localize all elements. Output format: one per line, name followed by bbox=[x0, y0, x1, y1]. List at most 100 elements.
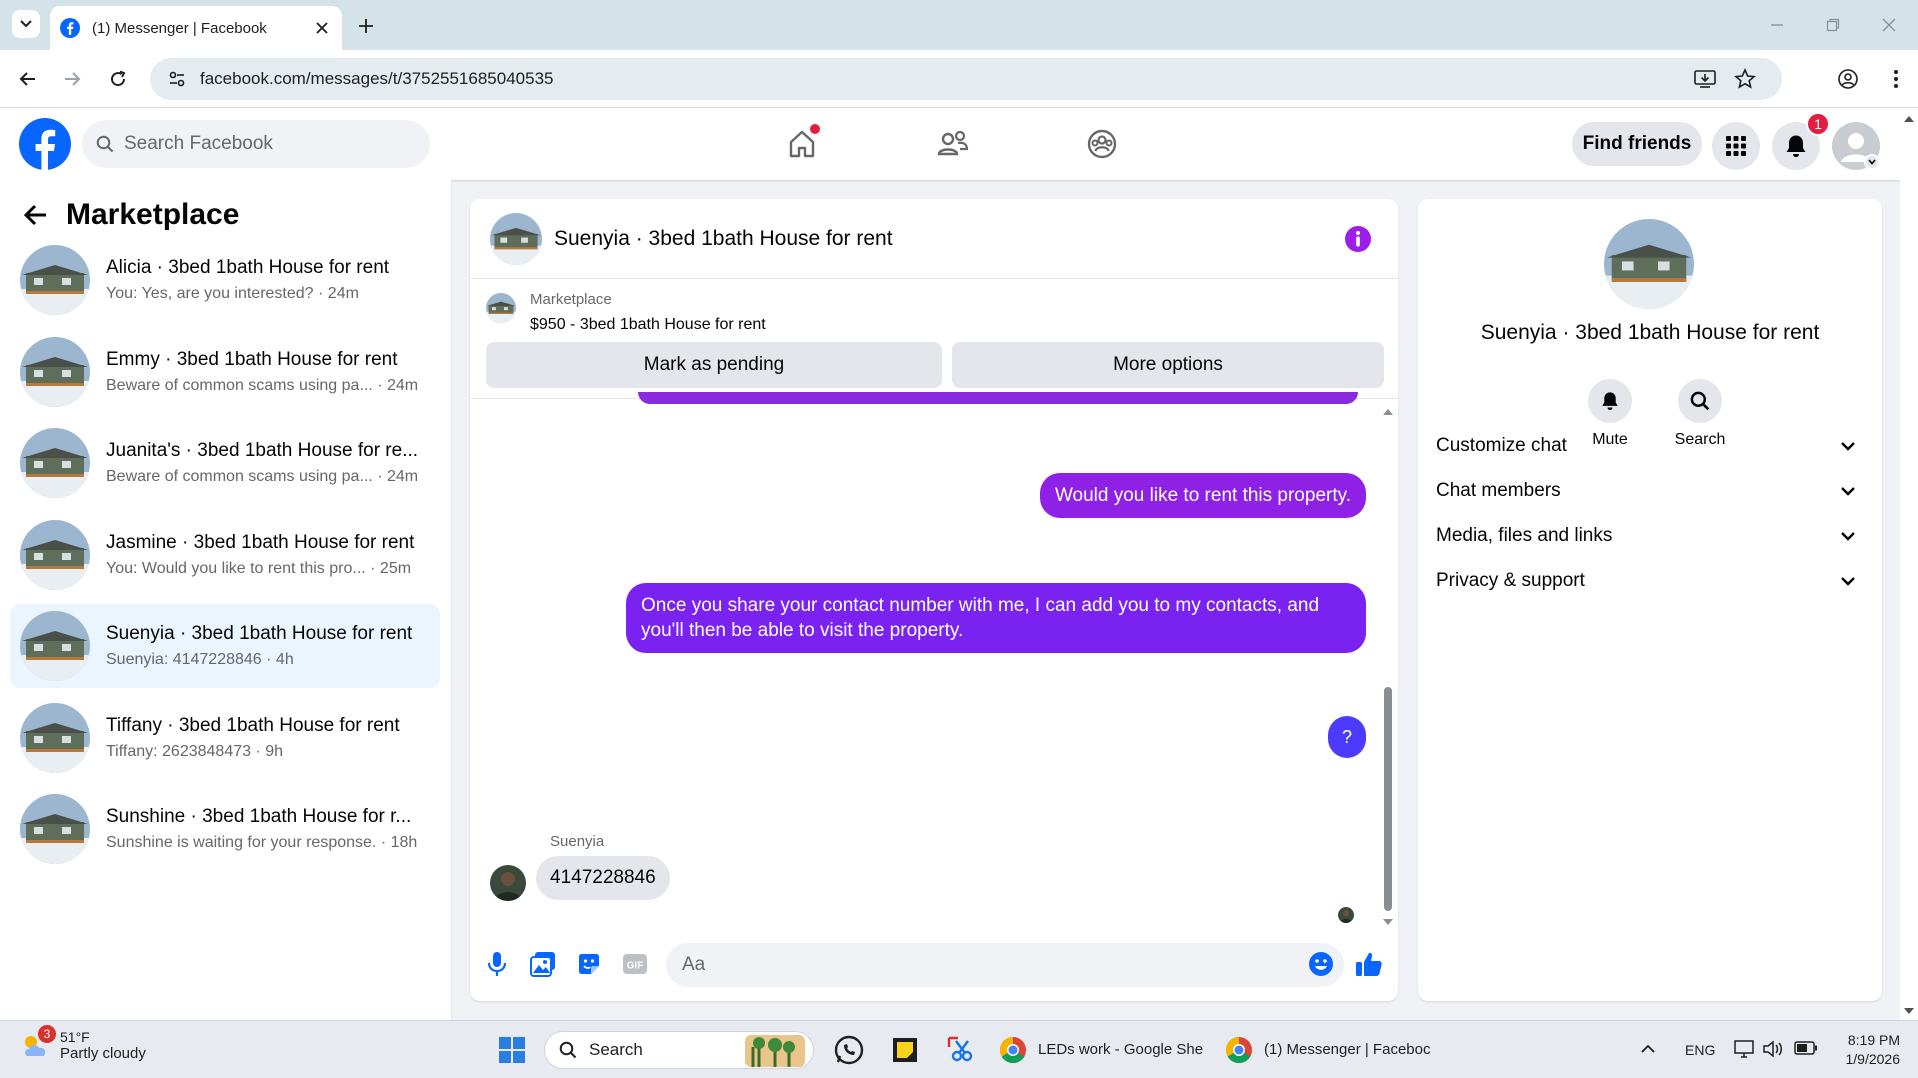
scroll-down-icon[interactable] bbox=[1382, 917, 1394, 927]
conversation-preview: Tiffany: 2623848473 · 9h bbox=[106, 742, 284, 760]
page-scrollbar[interactable] bbox=[1900, 108, 1918, 1022]
home-notification-dot bbox=[810, 124, 820, 134]
conversation-avatar bbox=[20, 337, 90, 407]
sent-message[interactable]: Would you like to rent this property. bbox=[1039, 473, 1366, 518]
conversation-item[interactable]: Emmy · 3bed 1bath House for rent Beware o… bbox=[10, 330, 440, 414]
weather-condition: Partly cloudy bbox=[60, 1045, 146, 1062]
scroll-up-icon[interactable] bbox=[1382, 407, 1394, 417]
chat-scrollbar[interactable] bbox=[1382, 407, 1394, 927]
chevron-up-icon[interactable] bbox=[1640, 1043, 1656, 1055]
conversation-name: Tiffany · 3bed 1bath House for rent bbox=[106, 714, 400, 736]
taskbar-search[interactable]: Search bbox=[544, 1031, 814, 1069]
find-friends-button[interactable]: Find friends bbox=[1572, 122, 1702, 166]
conversation-item[interactable]: Alicia · 3bed 1bath House for rent You: Y… bbox=[10, 238, 440, 322]
conversation-text: Emmy · 3bed 1bath House for rent Beware o… bbox=[106, 349, 426, 395]
more-options-button[interactable]: More options bbox=[952, 342, 1384, 388]
input-language[interactable]: ENG bbox=[1685, 1042, 1715, 1058]
url-text[interactable]: facebook.com/messages/t/3752551685040535 bbox=[200, 69, 553, 89]
address-bar[interactable]: facebook.com/messages/t/3752551685040535 bbox=[150, 58, 1782, 100]
listing-title[interactable]: $950 - 3bed 1bath House for rent bbox=[530, 316, 766, 334]
info-icon[interactable] bbox=[1344, 225, 1372, 253]
chevron-down-icon bbox=[1841, 532, 1855, 541]
conversation-item[interactable]: Sunshine · 3bed 1bath House for r... Suns… bbox=[10, 787, 440, 871]
tab-search-button[interactable] bbox=[12, 10, 40, 38]
facebook-search-input[interactable] bbox=[124, 133, 404, 155]
browser-tab-messenger[interactable]: (1) Messenger | Facebook bbox=[50, 6, 342, 50]
chrome-taskbar-button-messenger[interactable] bbox=[1222, 1033, 1256, 1067]
attach-photo-button[interactable] bbox=[528, 949, 558, 979]
search-icon bbox=[1678, 379, 1722, 423]
chat-title: Suenyia · 3bed 1bath House for rent bbox=[554, 226, 893, 250]
taskbar-app-label[interactable]: LEDs work - Google She bbox=[1038, 1041, 1203, 1058]
received-message[interactable]: 4147228846 bbox=[536, 856, 670, 900]
info-section-row[interactable]: Chat members bbox=[1436, 466, 1864, 516]
conversation-item[interactable]: Jasmine · 3bed 1bath House for rent You: … bbox=[10, 513, 440, 597]
marketplace-title: Marketplace bbox=[66, 198, 240, 231]
chrome-taskbar-button-sheets[interactable] bbox=[996, 1033, 1030, 1067]
conversation-list-panel: Marketplace Alicia · 3bed 1bath House fo… bbox=[0, 180, 452, 1022]
sticky-notes-taskbar-button[interactable] bbox=[888, 1033, 922, 1067]
chevron-down-icon bbox=[20, 20, 32, 28]
close-tab-icon[interactable] bbox=[312, 18, 332, 38]
info-section-row[interactable]: Privacy & support bbox=[1436, 556, 1864, 606]
voice-clip-button[interactable] bbox=[482, 949, 512, 979]
chat-panel: Suenyia · 3bed 1bath House for rent Mark… bbox=[470, 199, 1398, 1001]
sent-message[interactable]: ? bbox=[1328, 716, 1366, 758]
conversation-item[interactable]: Juanita's · 3bed 1bath House for re... Be… bbox=[10, 421, 440, 505]
back-button[interactable] bbox=[14, 65, 42, 93]
conversation-text: Jasmine · 3bed 1bath House for rent You: … bbox=[106, 532, 426, 578]
friends-nav-button[interactable] bbox=[933, 124, 973, 164]
groups-nav-button[interactable] bbox=[1082, 124, 1122, 164]
back-arrow-icon[interactable] bbox=[24, 204, 48, 226]
mark-as-pending-button[interactable]: Mark as pending bbox=[486, 342, 942, 388]
chevron-down-icon bbox=[1841, 577, 1855, 586]
scroll-down-icon[interactable] bbox=[1900, 1004, 1918, 1018]
facebook-logo-icon[interactable] bbox=[19, 118, 71, 170]
home-nav-button[interactable] bbox=[782, 124, 822, 164]
chat-scroll-thumb[interactable] bbox=[1384, 687, 1392, 911]
clock-time: 8:19 PM bbox=[1847, 1032, 1900, 1048]
thumbs-up-icon bbox=[1356, 952, 1382, 976]
system-clock[interactable]: 8:19 PM 1/9/2026 bbox=[1830, 1031, 1901, 1069]
volume-icon[interactable] bbox=[1762, 1039, 1784, 1059]
account-button[interactable] bbox=[1832, 122, 1880, 170]
sticker-icon bbox=[579, 954, 599, 974]
forward-button[interactable] bbox=[58, 65, 86, 93]
install-app-icon[interactable] bbox=[1694, 69, 1716, 89]
display-icon[interactable] bbox=[1734, 1039, 1754, 1059]
start-button[interactable] bbox=[495, 1033, 529, 1067]
conversation-item[interactable]: Suenyia · 3bed 1bath House for rent Sueny… bbox=[10, 604, 440, 688]
info-section-row[interactable]: Customize chat bbox=[1436, 421, 1864, 471]
gif-button[interactable]: GIF bbox=[620, 949, 650, 979]
profile-button[interactable] bbox=[1834, 65, 1862, 93]
info-section-row[interactable]: Media, files and links bbox=[1436, 511, 1864, 561]
facebook-search-box[interactable] bbox=[82, 120, 430, 168]
taskbar-app-label[interactable]: (1) Messenger | Faceboc bbox=[1264, 1041, 1430, 1058]
scroll-up-icon[interactable] bbox=[1900, 112, 1918, 126]
restore-button[interactable] bbox=[1820, 12, 1846, 38]
whatsapp-taskbar-button[interactable] bbox=[832, 1033, 866, 1067]
sent-message[interactable]: Once you share your contact number with … bbox=[626, 583, 1366, 653]
emoji-button[interactable] bbox=[1306, 949, 1336, 979]
sender-avatar[interactable] bbox=[490, 865, 526, 901]
snipping-tool-taskbar-button[interactable] bbox=[944, 1033, 978, 1067]
bookmark-star-icon[interactable] bbox=[1734, 68, 1756, 90]
conversation-text: Suenyia · 3bed 1bath House for rent Sueny… bbox=[106, 623, 426, 669]
conversation-item[interactable]: Tiffany · 3bed 1bath House for rent Tiffa… bbox=[10, 696, 440, 780]
like-button[interactable] bbox=[1354, 949, 1384, 979]
browser-menu-button[interactable] bbox=[1882, 65, 1910, 93]
close-window-button[interactable] bbox=[1876, 12, 1902, 38]
weather-temp: 51°F bbox=[60, 1029, 90, 1045]
restore-icon bbox=[1826, 18, 1840, 32]
conversation-text: Alicia · 3bed 1bath House for rent You: Y… bbox=[106, 257, 426, 303]
site-settings-icon[interactable] bbox=[168, 70, 186, 88]
new-tab-button[interactable] bbox=[352, 12, 380, 40]
menu-button[interactable] bbox=[1712, 122, 1760, 170]
reload-button[interactable] bbox=[104, 65, 132, 93]
message-composer: GIF bbox=[470, 935, 1398, 1001]
sticker-button[interactable] bbox=[574, 949, 604, 979]
message-input[interactable] bbox=[666, 943, 1344, 987]
battery-icon[interactable] bbox=[1794, 1041, 1818, 1055]
chat-header[interactable]: Suenyia · 3bed 1bath House for rent bbox=[470, 199, 1398, 279]
minimize-button[interactable] bbox=[1764, 12, 1790, 38]
